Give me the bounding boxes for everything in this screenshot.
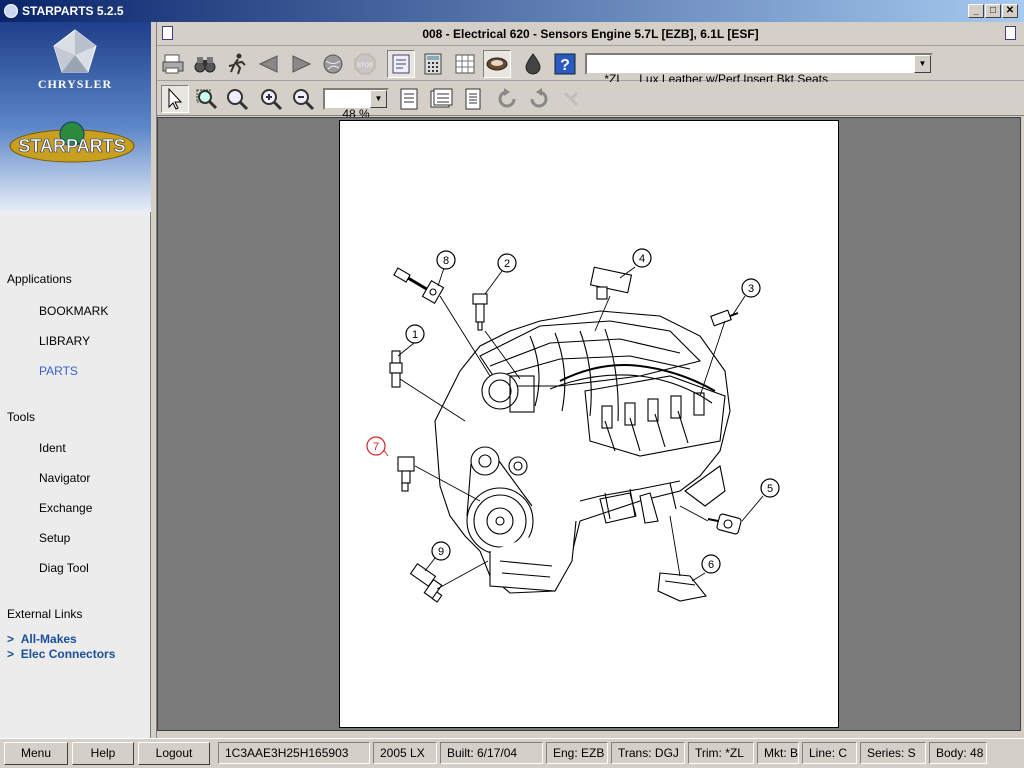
link-prefix: > bbox=[7, 632, 15, 646]
magnifier-icon[interactable] bbox=[223, 85, 251, 113]
starparts-logo: STARPARTS bbox=[9, 121, 135, 163]
close-button[interactable]: ✕ bbox=[1002, 4, 1018, 18]
callout-1[interactable]: 1 bbox=[405, 324, 425, 344]
line-field: Line: C bbox=[802, 742, 857, 764]
sidebar: CHRYSLER STARPARTS Applications BOOKMARK… bbox=[0, 22, 151, 738]
document-title: 008 - Electrical 620 - Sensors Engine 5.… bbox=[422, 27, 759, 41]
callout-2-number: 2 bbox=[504, 258, 510, 270]
help-icon[interactable]: ? bbox=[551, 50, 579, 78]
rotate-right-icon[interactable] bbox=[525, 85, 553, 113]
nav-library[interactable]: LIBRARY bbox=[39, 334, 90, 348]
calculator-icon[interactable] bbox=[419, 50, 447, 78]
callout-1-number: 1 bbox=[412, 329, 418, 341]
callout-3[interactable]: 3 bbox=[741, 278, 761, 298]
callout-4[interactable]: 4 bbox=[632, 248, 652, 268]
chevron-down-icon[interactable]: ▼ bbox=[370, 90, 387, 108]
fluid-drop-icon[interactable] bbox=[519, 50, 547, 78]
market-field: Mkt: B bbox=[757, 742, 799, 764]
zoom-out-icon[interactable] bbox=[289, 85, 317, 113]
engine-sensors-diagram[interactable]: 1 2 3 4 5 6 7 8 9 bbox=[340, 121, 838, 727]
link-elec-connectors-label: Elec Connectors bbox=[20, 647, 116, 661]
logout-button[interactable]: Logout bbox=[138, 742, 210, 765]
link-elec-connectors[interactable]: > Elec Connectors bbox=[7, 647, 115, 661]
section-applications: Applications bbox=[7, 272, 72, 286]
engine-field: Eng: EZB bbox=[546, 742, 608, 764]
series-field: Series: S bbox=[860, 742, 926, 764]
callout-7[interactable]: 7 bbox=[366, 436, 386, 456]
nav-parts[interactable]: PARTS bbox=[39, 364, 78, 378]
zoom-box-icon[interactable] bbox=[193, 85, 221, 113]
binoculars-icon[interactable] bbox=[191, 50, 219, 78]
model-field: 2005 LX bbox=[373, 742, 437, 764]
nav-bookmark[interactable]: BOOKMARK bbox=[39, 304, 108, 318]
document-icon-right[interactable] bbox=[1005, 26, 1016, 40]
body-field: Body: 48 bbox=[929, 742, 987, 764]
callout-9-number: 9 bbox=[438, 546, 444, 558]
back-icon[interactable] bbox=[255, 50, 283, 78]
callout-6-number: 6 bbox=[708, 559, 714, 571]
notes-icon[interactable] bbox=[387, 50, 415, 78]
rotate-reset-icon[interactable] bbox=[557, 85, 585, 113]
link-all-makes[interactable]: > All-Makes bbox=[7, 632, 77, 646]
chrysler-pentastar-logo: CHRYSLER bbox=[38, 29, 112, 91]
nav-exchange[interactable]: Exchange bbox=[39, 501, 92, 515]
illustration-viewer[interactable]: 1 2 3 4 5 6 7 8 9 bbox=[157, 117, 1021, 731]
callout-6[interactable]: 6 bbox=[701, 554, 721, 574]
globe-icon[interactable] bbox=[319, 50, 347, 78]
callout-8-number: 8 bbox=[443, 255, 449, 267]
section-tools: Tools bbox=[7, 410, 36, 424]
section-external-links: External Links bbox=[7, 607, 83, 621]
callout-8[interactable]: 8 bbox=[436, 250, 456, 270]
app-icon bbox=[4, 4, 18, 18]
brand-logo-area: CHRYSLER STARPARTS bbox=[0, 22, 151, 212]
grid-icon[interactable] bbox=[451, 50, 479, 78]
link-all-makes-label: All-Makes bbox=[20, 632, 77, 646]
minimize-button[interactable]: _ bbox=[968, 4, 984, 18]
print-icon[interactable] bbox=[159, 50, 187, 78]
page-width-icon[interactable] bbox=[427, 85, 455, 113]
window-titlebar: STARPARTS 5.2.5 _ □ ✕ bbox=[0, 0, 1024, 22]
product-logo-text: STARPARTS bbox=[18, 136, 125, 156]
callout-9[interactable]: 9 bbox=[431, 541, 451, 561]
callout-3-number: 3 bbox=[748, 283, 754, 295]
built-field: Built: 6/17/04 bbox=[440, 742, 543, 764]
callout-7-number: 7 bbox=[373, 441, 379, 453]
run-icon[interactable] bbox=[223, 50, 251, 78]
nav-diag-tool[interactable]: Diag Tool bbox=[39, 561, 89, 575]
stop-icon-label: STOP bbox=[357, 63, 373, 69]
viewer-toolbar: 48 % ▼ bbox=[157, 82, 1024, 121]
main-toolbar: STOP ? *ZL Lux Leather w/Perf Insert Bkt… bbox=[157, 47, 1024, 86]
trim-field: Trim: *ZL bbox=[688, 742, 754, 764]
vin-field: 1C3AAE3H25H165903 bbox=[218, 742, 370, 764]
nav-navigator[interactable]: Navigator bbox=[39, 471, 90, 485]
link-prefix: > bbox=[7, 647, 15, 661]
callout-4-number: 4 bbox=[639, 253, 645, 265]
rotate-left-icon[interactable] bbox=[493, 85, 521, 113]
callout-5[interactable]: 5 bbox=[760, 478, 780, 498]
pointer-icon[interactable] bbox=[161, 85, 189, 113]
zoom-select[interactable]: 48 % ▼ bbox=[323, 88, 389, 121]
page-icon[interactable] bbox=[459, 85, 487, 113]
callout-5-number: 5 bbox=[767, 483, 773, 495]
menu-button[interactable]: Menu bbox=[4, 742, 68, 765]
help-icon-label: ? bbox=[560, 57, 570, 74]
trim-select[interactable]: *ZL Lux Leather w/Perf Insert Bkt Seats … bbox=[585, 53, 933, 86]
callout-2[interactable]: 2 bbox=[497, 253, 517, 273]
zoom-in-icon[interactable] bbox=[257, 85, 285, 113]
maximize-button[interactable]: □ bbox=[985, 4, 1001, 18]
chevron-down-icon[interactable]: ▼ bbox=[914, 55, 931, 73]
window-title: STARPARTS 5.2.5 bbox=[22, 4, 124, 18]
transmission-field: Trans: DGJ bbox=[611, 742, 685, 764]
nav-ident[interactable]: Ident bbox=[39, 441, 66, 455]
forward-icon[interactable] bbox=[287, 50, 315, 78]
brand-name: CHRYSLER bbox=[38, 77, 112, 91]
stop-icon[interactable]: STOP bbox=[351, 50, 379, 78]
illustration-page: 1 2 3 4 5 6 7 8 9 bbox=[339, 120, 839, 728]
status-bar: Menu Help Logout 1C3AAE3H25H165903 2005 … bbox=[0, 738, 1024, 768]
nav-setup[interactable]: Setup bbox=[39, 531, 70, 545]
page-fit-icon[interactable] bbox=[395, 85, 423, 113]
help-button[interactable]: Help bbox=[72, 742, 134, 765]
filter-icon[interactable] bbox=[483, 50, 511, 78]
document-header: 008 - Electrical 620 - Sensors Engine 5.… bbox=[157, 22, 1024, 46]
